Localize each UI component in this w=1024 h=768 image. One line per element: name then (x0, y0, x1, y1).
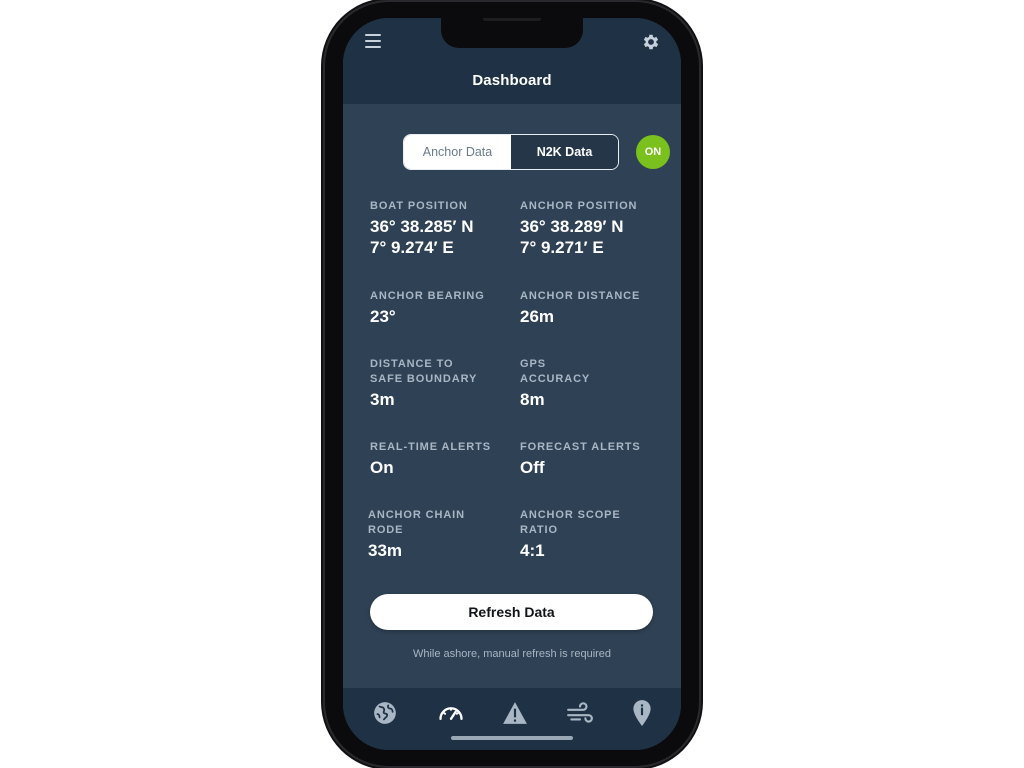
anchor-position-label: ANCHOR POSITION (520, 200, 638, 212)
home-indicator[interactable] (451, 736, 573, 740)
boat-position-label: BOAT POSITION (370, 200, 468, 212)
data-source-toggle: Anchor Data N2K Data (403, 134, 619, 170)
forecast-alerts-label: FORECAST ALERTS (520, 441, 641, 453)
gear-icon[interactable] (641, 32, 661, 52)
anchor-bearing-value: 23° (370, 307, 396, 326)
nav-wind[interactable] (565, 698, 595, 728)
chain-rode-label-line1: ANCHOR CHAIN (368, 509, 465, 521)
anchor-position-lon: 7° 9.271′ E (520, 238, 604, 257)
speedometer-icon (439, 707, 463, 720)
anchor-distance-value: 26m (520, 307, 555, 326)
gps-accuracy-label-line2: ACCURACY (520, 373, 591, 385)
manual-refresh-note: While ashore, manual refresh is required (412, 648, 612, 660)
nav-dashboard[interactable] (436, 698, 466, 728)
gps-accuracy-stat: GPS ACCURACY 8m (520, 357, 670, 410)
gps-accuracy-value: 8m (520, 390, 545, 409)
boat-position-stat: BOAT POSITION 36° 38.285′ N 7° 9.274′ E (370, 199, 520, 258)
distance-safe-label-line1: DISTANCE TO (370, 358, 454, 370)
refresh-data-button[interactable]: Refresh Data (370, 594, 653, 630)
nav-alerts[interactable] (500, 698, 530, 728)
anchor-bearing-label: ANCHOR BEARING (370, 290, 485, 302)
anchor-distance-label: ANCHOR DISTANCE (520, 290, 641, 302)
tab-anchor-data[interactable]: Anchor Data (404, 135, 511, 169)
status-on-toggle[interactable]: ON (636, 135, 670, 169)
anchor-position-lat: 36° 38.289′ N (520, 217, 624, 236)
distance-safe-label-line2: SAFE BOUNDARY (370, 373, 478, 385)
wind-icon (567, 702, 593, 723)
stage: Dashboard Anchor Data N2K Data ON BOAT P… (0, 0, 1024, 768)
anchor-scope-ratio-stat: ANCHOR SCOPE RATIO 4:1 (520, 508, 670, 561)
notch (441, 18, 583, 48)
chain-rode-label-line2: RODE (368, 524, 404, 536)
distance-safe-value: 3m (370, 390, 395, 409)
gps-accuracy-label-line1: GPS (520, 358, 546, 370)
forecast-alerts-stat: FORECAST ALERTS Off (520, 440, 670, 478)
nav-location[interactable] (627, 698, 657, 728)
globe-icon (374, 702, 396, 724)
anchor-bearing-stat: ANCHOR BEARING 23° (370, 289, 520, 327)
page-title: Dashboard (472, 72, 552, 89)
distance-safe-boundary-stat: DISTANCE TO SAFE BOUNDARY 3m (370, 357, 520, 410)
chain-rode-value: 33m (368, 541, 403, 560)
boat-position-lat: 36° 38.285′ N (370, 217, 474, 236)
forecast-alerts-value: Off (520, 458, 545, 477)
nav-globe[interactable] (370, 698, 400, 728)
warning-icon (503, 702, 527, 724)
boat-position-lon: 7° 9.274′ E (370, 238, 454, 257)
speaker-grille (483, 18, 541, 21)
bottom-nav (343, 688, 681, 750)
anchor-position-stat: ANCHOR POSITION 36° 38.289′ N 7° 9.271′ … (520, 199, 670, 258)
realtime-alerts-value: On (370, 458, 394, 477)
scope-ratio-label-line2: RATIO (520, 524, 558, 536)
hamburger-menu-icon[interactable] (365, 34, 381, 48)
anchor-distance-stat: ANCHOR DISTANCE 26m (520, 289, 670, 327)
anchor-chain-rode-stat: ANCHOR CHAIN RODE 33m (368, 508, 518, 561)
location-pin-icon (633, 700, 651, 726)
realtime-alerts-label: REAL-TIME ALERTS (370, 441, 491, 453)
phone-screen: Dashboard Anchor Data N2K Data ON BOAT P… (343, 18, 681, 750)
realtime-alerts-stat: REAL-TIME ALERTS On (370, 440, 520, 478)
tab-n2k-data[interactable]: N2K Data (511, 135, 618, 169)
scope-ratio-value: 4:1 (520, 541, 545, 560)
scope-ratio-label-line1: ANCHOR SCOPE (520, 509, 621, 521)
